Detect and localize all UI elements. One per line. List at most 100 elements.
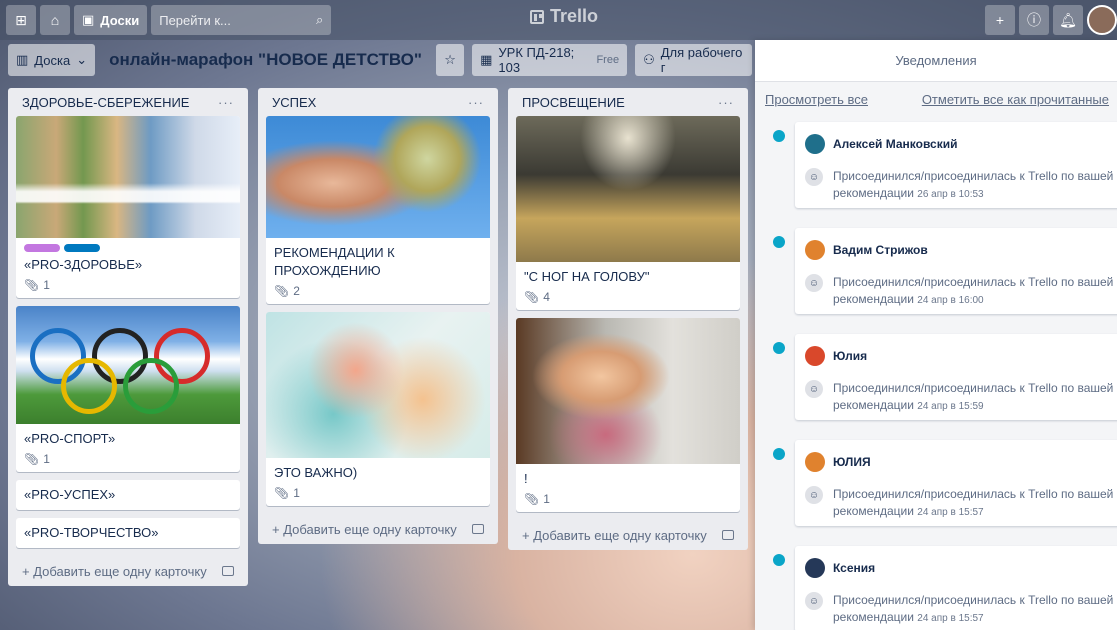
visibility-label: Для рабочего г bbox=[660, 45, 743, 75]
star-icon[interactable]: ☆ bbox=[435, 44, 465, 76]
boards-label: Доски bbox=[100, 12, 140, 28]
boards-icon: ▣ bbox=[82, 12, 95, 27]
card-title: «PRO-СПОРТ» bbox=[24, 431, 116, 446]
list-header[interactable]: УСПЕХ ··· bbox=[266, 88, 490, 116]
notification-user[interactable]: Алексей Манковский bbox=[833, 137, 957, 151]
member-icon: ☺ bbox=[805, 592, 823, 610]
notification-time[interactable]: 26 апр в 10:53 bbox=[917, 189, 983, 200]
mark-all-read-link[interactable]: Отметить все как прочитанные bbox=[922, 92, 1109, 107]
add-card-label: Добавить еще одну карточку bbox=[283, 521, 457, 537]
card-template-icon[interactable] bbox=[472, 524, 484, 534]
notification-user[interactable]: ЮЛИЯ bbox=[833, 455, 871, 469]
notification-time[interactable]: 24 апр в 15:57 bbox=[917, 507, 983, 518]
card-pro-success[interactable]: «PRO-УСПЕХ» bbox=[16, 480, 240, 510]
card-upside-down[interactable]: "С НОГ НА ГОЛОВУ" 📎︎ 4 bbox=[516, 116, 740, 310]
member-icon: ☺ bbox=[805, 274, 823, 292]
card-title: «PRO-ТВОРЧЕСТВО» bbox=[24, 525, 159, 540]
card-title: ЭТО ВАЖНО) bbox=[274, 465, 358, 480]
list-menu-icon[interactable]: ··· bbox=[468, 95, 484, 110]
notification-time[interactable]: 24 апр в 15:59 bbox=[917, 401, 983, 412]
avatar[interactable] bbox=[805, 452, 825, 472]
list-title[interactable]: ПРОСВЕЩЕНИЕ bbox=[522, 95, 625, 110]
board-view-switcher[interactable]: ▥ Доска ⌄ bbox=[8, 44, 96, 76]
card-badges: 📎︎ 1 bbox=[24, 278, 232, 292]
card-pro-health[interactable]: «PRO-ЗДОРОВЬЕ» 📎︎ 1 bbox=[16, 116, 240, 298]
notification-item[interactable]: ЮЛИЯ ☺ Присоединился/присоединилась к Tre… bbox=[755, 434, 1117, 540]
user-avatar[interactable] bbox=[1087, 5, 1117, 35]
card-badges: 📎︎ 4 bbox=[524, 290, 732, 304]
view-all-link[interactable]: Просмотреть все bbox=[765, 92, 868, 107]
notifications-bell-icon[interactable]: 🔔︎ bbox=[1053, 5, 1083, 35]
card-title: "С НОГ НА ГОЛОВУ" bbox=[524, 269, 650, 284]
notification-item[interactable]: Алексей Манковский ☺ Присоединился/присое… bbox=[755, 116, 1117, 222]
card-important[interactable]: ЭТО ВАЖНО) 📎︎ 1 bbox=[266, 312, 490, 506]
search-input[interactable]: Перейти к... ⌕ bbox=[151, 5, 332, 35]
list-menu-icon[interactable]: ··· bbox=[218, 95, 234, 110]
card-recommendations[interactable]: РЕКОМЕНДАЦИИ К ПРОХОЖДЕНИЮ 📎︎ 2 bbox=[266, 116, 490, 304]
card-pro-creativity[interactable]: «PRO-ТВОРЧЕСТВО» bbox=[16, 518, 240, 548]
unread-dot[interactable] bbox=[773, 554, 785, 566]
board-title[interactable]: онлайн-марафон "НОВОЕ ДЕТСТВО" bbox=[103, 50, 428, 70]
card-badges: 📎︎ 1 bbox=[24, 452, 232, 466]
search-placeholder: Перейти к... bbox=[159, 12, 231, 28]
avatar[interactable] bbox=[805, 346, 825, 366]
trello-logo-icon bbox=[530, 9, 544, 24]
notification-user[interactable]: Юлия bbox=[833, 349, 867, 363]
card-cover-image bbox=[266, 312, 490, 458]
notification-card[interactable]: Вадим Стрижов ☺ Присоединился/присоединил… bbox=[795, 228, 1117, 314]
apps-grid-icon[interactable]: ⊞ bbox=[6, 5, 36, 35]
notification-card[interactable]: Алексей Манковский ☺ Присоединился/присое… bbox=[795, 122, 1117, 208]
unread-dot[interactable] bbox=[773, 236, 785, 248]
notification-card[interactable]: Юлия ☺ Присоединился/присоединилась к Tre… bbox=[795, 334, 1117, 420]
list-header[interactable]: ЗДОРОВЬЕ-СБЕРЕЖЕНИЕ ··· bbox=[16, 88, 240, 116]
notification-item[interactable]: Ксения ☺ Присоединился/присоединилась к T… bbox=[755, 540, 1117, 630]
boards-button[interactable]: ▣ Доски bbox=[74, 5, 148, 35]
add-card-button[interactable]: + Добавить еще одну карточку bbox=[516, 520, 740, 550]
create-plus-icon[interactable]: + bbox=[985, 5, 1015, 35]
member-icon: ☺ bbox=[805, 380, 823, 398]
card-template-icon[interactable] bbox=[222, 566, 234, 576]
attachment-icon: 📎︎ bbox=[524, 290, 540, 304]
notification-card[interactable]: ЮЛИЯ ☺ Присоединился/присоединилась к Tre… bbox=[795, 440, 1117, 526]
card-exclamation[interactable]: ! 📎︎ 1 bbox=[516, 318, 740, 512]
home-icon[interactable]: ⌂ bbox=[40, 5, 70, 35]
attachment-count: 1 bbox=[43, 452, 50, 466]
notification-user[interactable]: Ксения bbox=[833, 561, 875, 575]
olympic-ring bbox=[123, 358, 179, 414]
unread-dot[interactable] bbox=[773, 448, 785, 460]
notification-time[interactable]: 24 апр в 15:57 bbox=[917, 613, 983, 624]
avatar[interactable] bbox=[805, 558, 825, 578]
list-menu-icon[interactable]: ··· bbox=[718, 95, 734, 110]
notification-item[interactable]: Вадим Стрижов ☺ Присоединился/присоединил… bbox=[755, 222, 1117, 328]
list-title[interactable]: ЗДОРОВЬЕ-СБЕРЕЖЕНИЕ bbox=[22, 95, 189, 110]
avatar[interactable] bbox=[805, 134, 825, 154]
trello-logo[interactable]: Trello bbox=[530, 6, 598, 27]
card-pro-sport[interactable]: «PRO-СПОРТ» 📎︎ 1 bbox=[16, 306, 240, 472]
card-cover-image bbox=[16, 116, 240, 238]
plus-icon: + bbox=[522, 527, 534, 543]
member-icon: ☺ bbox=[805, 168, 823, 186]
card-cover-image bbox=[516, 116, 740, 262]
notification-card[interactable]: Ксения ☺ Присоединился/присоединилась к T… bbox=[795, 546, 1117, 630]
attachment-icon: 📎︎ bbox=[24, 278, 40, 292]
olympic-ring bbox=[61, 358, 117, 414]
list-title[interactable]: УСПЕХ bbox=[272, 95, 316, 110]
workspace-icon: ▦ bbox=[480, 52, 493, 67]
list-enlightenment: ПРОСВЕЩЕНИЕ ··· "С НОГ НА ГОЛОВУ" 📎︎ 4 !… bbox=[508, 88, 748, 550]
notification-item[interactable]: Юлия ☺ Присоединился/присоединилась к Tre… bbox=[755, 328, 1117, 434]
plus-icon: + bbox=[22, 563, 34, 579]
unread-dot[interactable] bbox=[773, 130, 785, 142]
workspace-button[interactable]: ▦ УРК ПД-218; 103 Free bbox=[472, 44, 628, 76]
notification-user[interactable]: Вадим Стрижов bbox=[833, 243, 928, 257]
card-cover-image bbox=[266, 116, 490, 238]
unread-dot[interactable] bbox=[773, 342, 785, 354]
card-template-icon[interactable] bbox=[722, 530, 734, 540]
add-card-button[interactable]: + Добавить еще одну карточку bbox=[16, 556, 240, 586]
avatar[interactable] bbox=[805, 240, 825, 260]
visibility-button[interactable]: ⚇ Для рабочего г bbox=[635, 44, 752, 76]
list-success: УСПЕХ ··· РЕКОМЕНДАЦИИ К ПРОХОЖДЕНИЮ 📎︎ … bbox=[258, 88, 498, 544]
add-card-button[interactable]: + Добавить еще одну карточку bbox=[266, 514, 490, 544]
notification-time[interactable]: 24 апр в 16:00 bbox=[917, 295, 983, 306]
list-header[interactable]: ПРОСВЕЩЕНИЕ ··· bbox=[516, 88, 740, 116]
info-icon[interactable]: ⓘ bbox=[1019, 5, 1049, 35]
